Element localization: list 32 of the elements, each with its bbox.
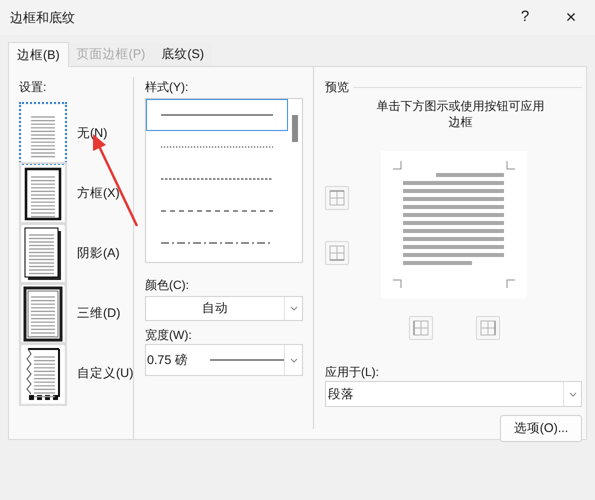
setting-option-label[interactable]: 方框(X): [77, 184, 120, 203]
preview-hint: 单击下方图示或使用按钮可应用边框: [376, 98, 546, 130]
chevron-down-icon: [568, 392, 576, 396]
apply-to-value: 段落: [327, 386, 355, 403]
settings-label: 设置:: [19, 79, 48, 96]
chevron-down-icon: [290, 306, 298, 311]
width-dropdown[interactable]: 0.75 磅: [145, 344, 303, 376]
tab[interactable]: 边框(B): [8, 42, 69, 67]
apply-to-dropdown[interactable]: 段落: [325, 381, 582, 407]
setting-option-label[interactable]: 三维(D): [77, 304, 120, 323]
window-title: 边框和底纹: [10, 8, 76, 27]
line-style-option[interactable]: [146, 99, 288, 131]
width-label: 宽度(W):: [145, 327, 193, 343]
help-button[interactable]: ?: [515, 6, 535, 29]
style-label: 样式(Y):: [145, 79, 190, 96]
setting-option-label[interactable]: 阴影(A): [77, 244, 120, 263]
right-border-button[interactable]: [476, 316, 500, 340]
preview-label: 预览: [325, 79, 349, 96]
width-value: 0.75 磅: [146, 352, 188, 369]
apply-to-label: 应用于(L):: [325, 364, 380, 380]
chevron-down-icon: [290, 358, 298, 362]
color-dropdown[interactable]: 自动: [145, 296, 303, 321]
border-preview-drawing[interactable]: [381, 151, 527, 298]
options-button[interactable]: 选项(O)...: [500, 415, 582, 442]
left-border-button[interactable]: [408, 316, 432, 340]
setting-option-label[interactable]: 自定义(U): [77, 364, 134, 383]
setting-option-label[interactable]: 无(N): [77, 124, 108, 143]
color-value: 自动: [201, 300, 229, 318]
close-button[interactable]: ×: [561, 4, 581, 31]
top-border-button[interactable]: [325, 186, 349, 210]
color-label: 颜色(C):: [145, 277, 190, 293]
bottom-border-button[interactable]: [325, 241, 349, 265]
